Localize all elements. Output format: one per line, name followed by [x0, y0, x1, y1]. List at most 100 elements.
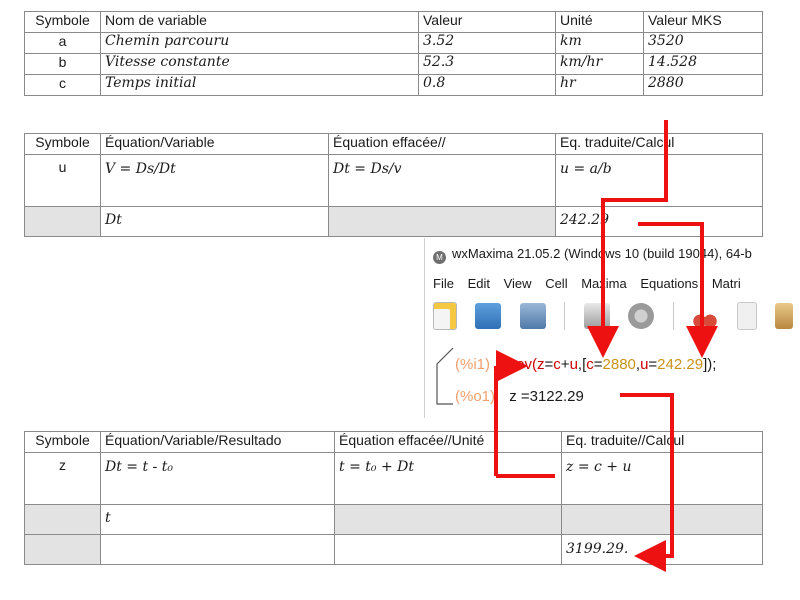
settings-gear-icon[interactable] — [628, 303, 655, 329]
cell-result: 3199.29. — [561, 534, 763, 565]
input-token: z — [537, 356, 545, 373]
header-valeur: Valeur — [418, 11, 556, 33]
table-row: u V = Ds/Dt Dt = Ds/v u = a/b — [24, 154, 763, 207]
cell-empty — [24, 504, 101, 535]
worksheet[interactable]: (%i1) ev(z=c+u,[c=2880,u=242.29]); (%o1)… — [433, 342, 773, 416]
input-token: u — [569, 356, 578, 373]
input-cell[interactable]: (%i1) ev(z=c+u,[c=2880,u=242.29]); — [455, 356, 716, 373]
header-symbole: Symbole — [24, 11, 101, 33]
table-row: t — [24, 504, 763, 535]
output-value: z =3122.29 — [509, 388, 584, 405]
cut-scissors-icon[interactable] — [692, 303, 719, 329]
save-icon[interactable] — [519, 303, 546, 329]
cell-symbol: z — [24, 452, 101, 505]
cell-erased: t = t₀ + Dt — [334, 452, 562, 505]
cell-value: 52.3 — [418, 53, 556, 75]
cell-unit: km — [555, 32, 644, 54]
cell-name: Chemin parcouru — [100, 32, 419, 54]
cell-equation: Dt = t - t₀ — [100, 452, 335, 505]
input-token: c — [553, 356, 561, 373]
toolbar-separator — [672, 302, 674, 330]
variables-table: Symbole Nom de variable Valeur Unité Val… — [24, 11, 763, 96]
new-document-icon[interactable] — [433, 302, 457, 330]
menu-view[interactable]: View — [504, 276, 532, 291]
output-cell: (%o1) z =3122.29 — [455, 388, 584, 405]
header-symbole: Symbole — [24, 133, 101, 155]
cell-unit: hr — [555, 74, 644, 96]
cell-empty — [24, 206, 101, 237]
table-row: b Vitesse constante 52.3 km/hr 14.528 — [24, 53, 763, 75]
input-token: = — [593, 356, 603, 373]
cell-variable: t — [100, 504, 335, 535]
cell-unit: km/hr — [555, 53, 644, 75]
cell-empty — [334, 534, 562, 565]
cell-empty — [328, 206, 556, 237]
cell-symbol: a — [24, 32, 101, 54]
table-row: c Temps initial 0.8 hr 2880 — [24, 74, 763, 96]
cell-symbol: c — [24, 74, 101, 96]
cell-mks: 3520 — [643, 32, 763, 54]
header-nom-variable: Nom de variable — [100, 11, 419, 33]
open-folder-icon[interactable] — [475, 303, 502, 329]
header-symbole: Symbole — [24, 431, 101, 453]
window-title: MwxMaxima 21.05.2 (Windows 10 (build 190… — [433, 246, 752, 264]
cell-translated: z = c + u — [561, 452, 763, 505]
print-icon[interactable] — [583, 303, 610, 329]
cell-name: Temps initial — [100, 74, 419, 96]
menu-bar: File Edit View Cell Maxima Equations Mat… — [433, 276, 751, 291]
cell-calc: 242.29 — [555, 206, 763, 237]
cell-equation: V = Ds/Dt — [100, 154, 329, 207]
paste-clipboard-icon[interactable] — [775, 303, 794, 329]
copy-icon[interactable] — [736, 302, 757, 330]
header-equation-effacee: Équation effacée// — [328, 133, 556, 155]
cell-empty — [24, 534, 101, 565]
header-eq-traduite: Eq. traduite/Calcul — [555, 133, 763, 155]
cell-symbol: u — [24, 154, 101, 207]
table-header-row: Symbole Nom de variable Valeur Unité Val… — [24, 11, 763, 33]
equation-table-u: Symbole Équation/Variable Équation effac… — [24, 133, 763, 237]
input-label: (%i1) — [455, 356, 491, 373]
menu-file[interactable]: File — [433, 276, 454, 291]
wxmaxima-window: MwxMaxima 21.05.2 (Windows 10 (build 190… — [424, 238, 794, 418]
toolbar-separator — [564, 302, 566, 330]
input-token: = — [544, 356, 554, 373]
menu-maxima[interactable]: Maxima — [581, 276, 627, 291]
cell-value: 0.8 — [418, 74, 556, 96]
table-row: z Dt = t - t₀ t = t₀ + Dt z = c + u — [24, 452, 763, 505]
cell-empty — [561, 504, 763, 535]
cell-mks: 14.528 — [643, 53, 763, 75]
cell-symbol: b — [24, 53, 101, 75]
input-token: = — [648, 356, 658, 373]
input-token: 242.29 — [657, 356, 704, 373]
cell-empty — [100, 534, 335, 565]
input-token: c — [586, 356, 594, 373]
menu-matrix[interactable]: Matri — [712, 276, 741, 291]
menu-equations[interactable]: Equations — [640, 276, 698, 291]
input-function: ev( — [516, 356, 538, 373]
table-header-row: Symbole Équation/Variable/Resultado Équa… — [24, 431, 763, 453]
input-token: ,[ — [577, 356, 587, 373]
table-row: Dt 242.29 — [24, 206, 763, 237]
header-valeur-mks: Valeur MKS — [643, 11, 763, 33]
menu-cell[interactable]: Cell — [545, 276, 567, 291]
cell-variable: Dt — [100, 206, 329, 237]
equation-table-z: Symbole Équation/Variable/Resultado Équa… — [24, 431, 763, 565]
header-unite: Unité — [555, 11, 644, 33]
table-row: a Chemin parcouru 3.52 km 3520 — [24, 32, 763, 54]
table-header-row: Symbole Équation/Variable Équation effac… — [24, 133, 763, 155]
menu-edit[interactable]: Edit — [468, 276, 490, 291]
header-equation-effacee-unite: Équation effacée//Unité — [334, 431, 562, 453]
table-row: 3199.29. — [24, 534, 763, 565]
input-token: 2880 — [602, 356, 636, 373]
cell-value: 3.52 — [418, 32, 556, 54]
cell-mks: 2880 — [643, 74, 763, 96]
input-token: + — [560, 356, 570, 373]
header-equation-variable: Équation/Variable — [100, 133, 329, 155]
cell-erased: Dt = Ds/v — [328, 154, 556, 207]
header-equation-variable-resultado: Équation/Variable/Resultado — [100, 431, 335, 453]
cell-empty — [334, 504, 562, 535]
wxmaxima-logo-icon: M — [433, 251, 446, 264]
output-label: (%o1) — [455, 388, 496, 405]
cell-translated: u = a/b — [555, 154, 763, 207]
window-title-text: wxMaxima 21.05.2 (Windows 10 (build 1904… — [452, 246, 752, 261]
